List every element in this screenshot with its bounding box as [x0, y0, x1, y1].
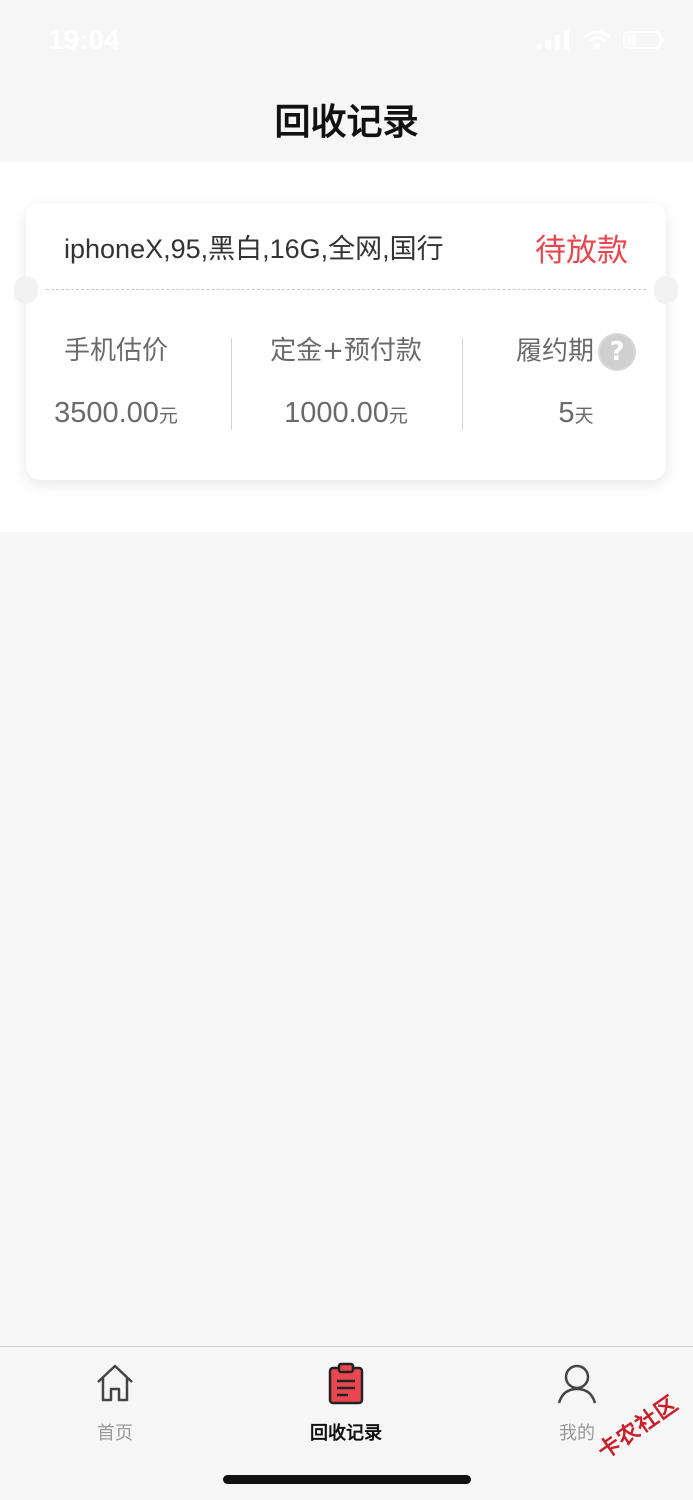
stat-unit: 元 [388, 406, 408, 427]
dashed-divider [46, 289, 646, 290]
tab-recycle-records[interactable]: 回收记录 [266, 1361, 426, 1445]
stat-value: 3500.00元 [26, 397, 206, 430]
stat-performance-period: 履约期? 5天 [486, 333, 666, 430]
stat-label: 定金+预付款 [270, 336, 422, 366]
stat-estimated-price: 手机估价 3500.00元 [26, 333, 206, 430]
stat-amount: 3500.00 [54, 397, 159, 429]
stat-value: 5天 [486, 397, 666, 430]
page-title: 回收记录 [274, 102, 419, 143]
card-notch-left [14, 276, 38, 304]
battery-icon [623, 31, 664, 49]
status-time: 19:04 [48, 24, 120, 55]
tab-label: 回收记录 [310, 1423, 382, 1444]
stat-label: 履约期? [486, 333, 666, 371]
home-indicator [223, 1475, 471, 1484]
clipboard-icon [328, 1362, 364, 1405]
tab-home[interactable]: 首页 [35, 1361, 195, 1445]
status-icons [537, 30, 665, 50]
home-icon [97, 1364, 133, 1402]
stat-unit: 元 [158, 406, 178, 427]
user-icon [557, 1364, 597, 1404]
stat-amount: 5 [558, 397, 575, 429]
stat-divider [462, 338, 463, 430]
tab-label: 首页 [97, 1423, 133, 1444]
stat-deposit: 定金+预付款 1000.00元 [256, 333, 436, 430]
stat-unit: 天 [574, 406, 594, 427]
wifi-icon [584, 30, 610, 49]
card-notch-right [654, 276, 678, 304]
stat-label-text: 履约期 [515, 336, 594, 367]
recycle-record-card[interactable]: iphoneX,95,黑白,16G,全网,国行 待放款 手机估价 3500.00… [14, 203, 678, 480]
device-description: iphoneX,95,黑白,16G,全网,国行 [64, 234, 444, 264]
stat-value: 1000.00元 [256, 397, 436, 430]
signal-icon [537, 30, 569, 50]
help-icon[interactable]: ? [598, 333, 636, 371]
status-badge: 待放款 [535, 233, 628, 269]
stat-amount: 1000.00 [284, 397, 389, 429]
stat-divider [231, 338, 232, 430]
status-bar: 19:04 [0, 0, 693, 84]
stat-label: 手机估价 [63, 336, 168, 366]
